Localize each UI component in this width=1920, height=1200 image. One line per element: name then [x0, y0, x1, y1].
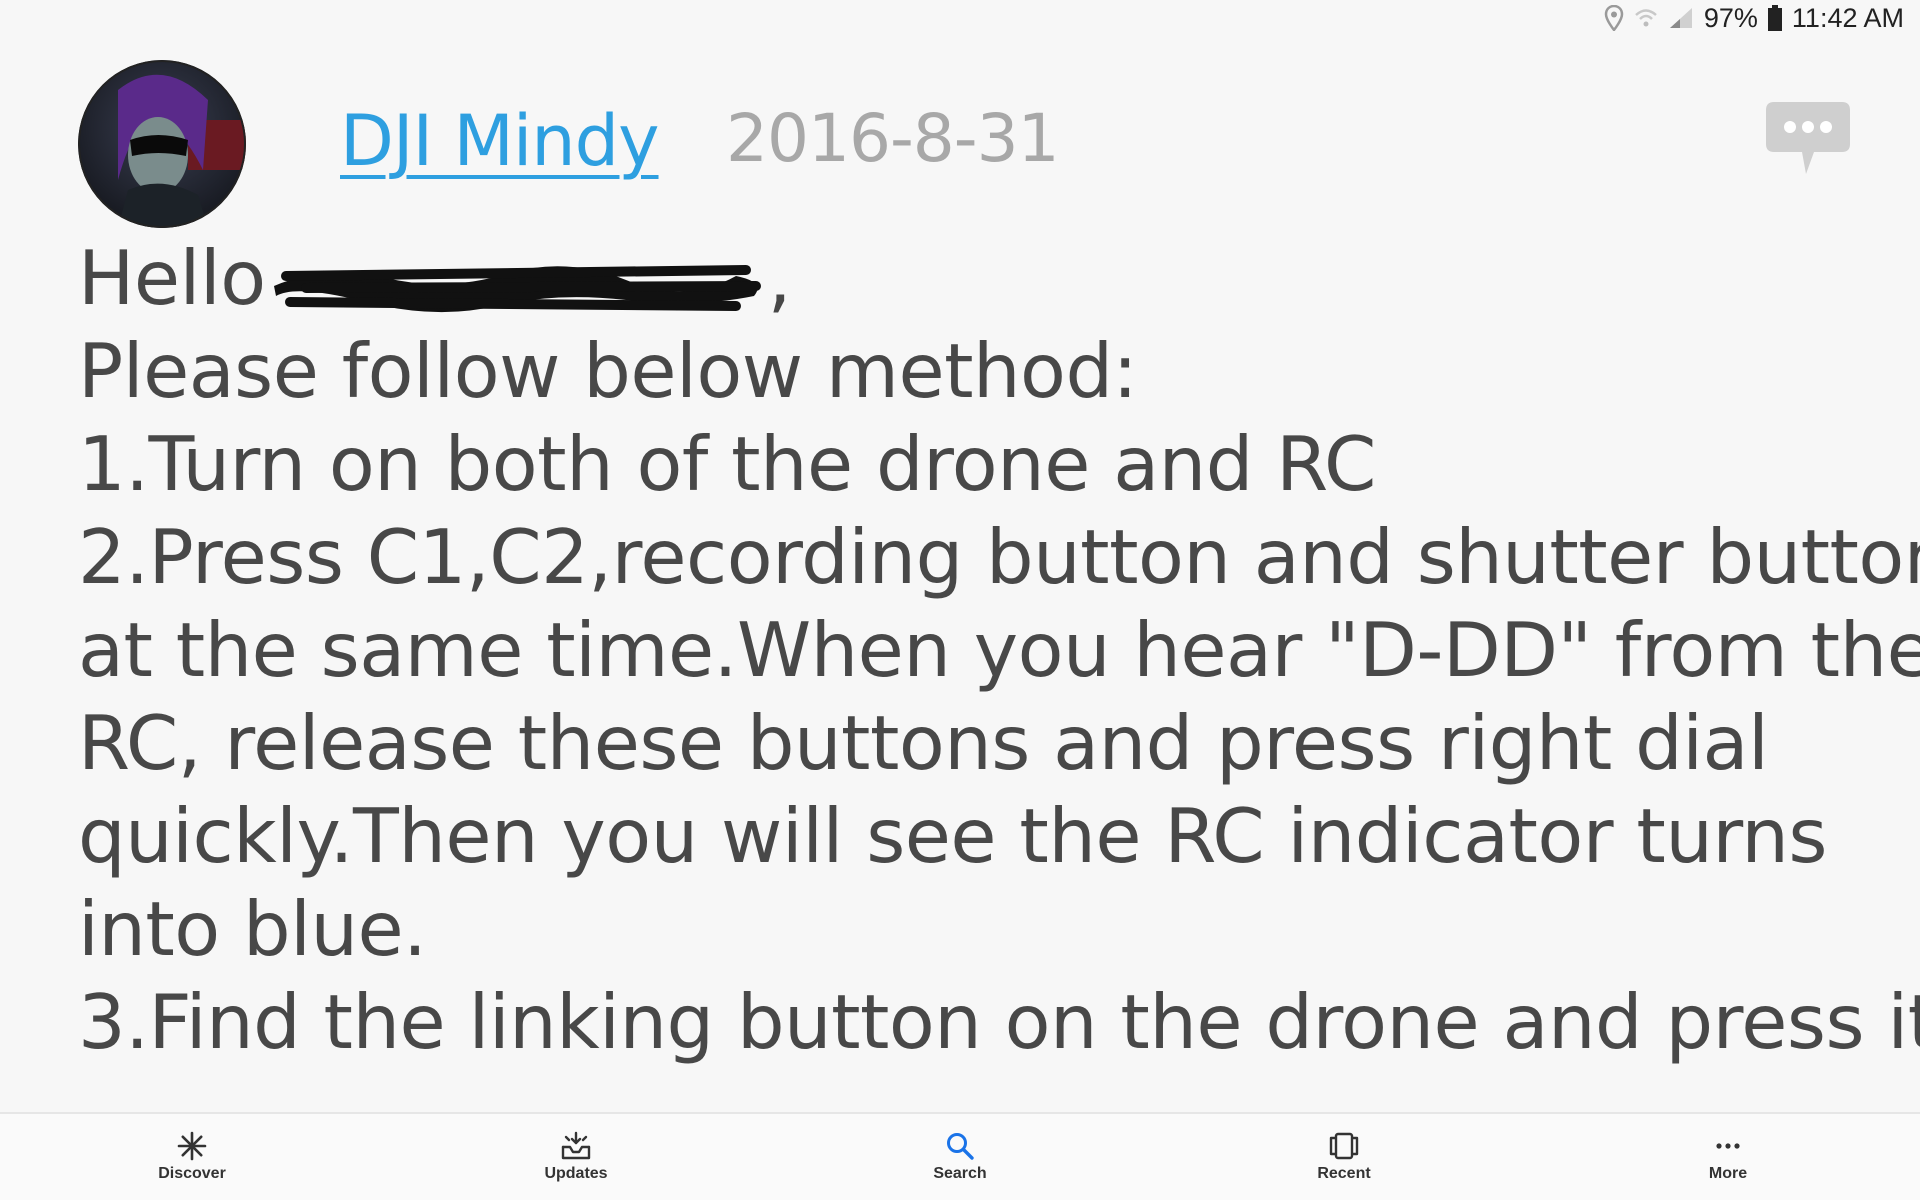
more-dots-icon: [1716, 1143, 1740, 1149]
nav-recent[interactable]: Recent: [1152, 1114, 1536, 1200]
message-line: into blue.: [78, 885, 427, 973]
bottom-nav: Discover Updates Search Recent More: [0, 1112, 1920, 1200]
nav-label: More: [1708, 1165, 1748, 1182]
greeting-text: Hello: [78, 234, 266, 322]
message-line: RC, release these buttons and press righ…: [78, 699, 1769, 787]
post-date: 2016-8-31: [726, 100, 1060, 177]
search-icon: [947, 1133, 974, 1160]
chat-bubble-icon: [1766, 102, 1850, 174]
battery-percent: 97%: [1703, 2, 1758, 33]
greeting-line: Hello,: [78, 232, 1890, 325]
location-icon: [1604, 5, 1624, 31]
nav-updates[interactable]: Updates: [384, 1114, 768, 1200]
clock: 11:42 AM: [1791, 2, 1904, 33]
asterisk-icon: [177, 1131, 207, 1161]
message-line: at the same time.When you hear "D-DD" fr…: [78, 606, 1920, 694]
nav-discover[interactable]: Discover: [0, 1114, 384, 1200]
nav-label: Recent: [1317, 1165, 1371, 1182]
nav-search[interactable]: Search: [768, 1114, 1152, 1200]
redaction-scribble: [266, 246, 768, 313]
recent-apps-icon: [1329, 1132, 1359, 1160]
greeting-comma: ,: [767, 234, 792, 322]
nav-label: Search: [933, 1165, 987, 1182]
comment-button[interactable]: [1762, 98, 1854, 182]
nav-label: Updates: [544, 1165, 608, 1182]
post-header: DJI Mindy 2016-8-31: [78, 58, 1860, 230]
avatar[interactable]: [78, 60, 246, 228]
message-line: Please follow below method:: [78, 327, 1138, 415]
nav-more[interactable]: More: [1536, 1114, 1920, 1200]
signal-icon: [1668, 6, 1694, 30]
message-line: 3.Find the linking button on the drone a…: [78, 978, 1920, 1066]
status-bar: 97% 11:42 AM: [0, 0, 1920, 36]
inbox-download-icon: [561, 1131, 591, 1160]
nav-label: Discover: [158, 1165, 226, 1182]
battery-icon: [1767, 5, 1782, 31]
wifi-icon: [1634, 6, 1658, 30]
author-link[interactable]: DJI Mindy: [340, 100, 660, 182]
message-line: 2.Press C1,C2,recording button and shutt…: [78, 513, 1920, 601]
message-line: 1.Turn on both of the drone and RC: [78, 420, 1376, 508]
message-body: Hello, Please follow below method: 1.Tur…: [78, 232, 1920, 1069]
message-line: quickly.Then you will see the RC indicat…: [78, 792, 1827, 880]
